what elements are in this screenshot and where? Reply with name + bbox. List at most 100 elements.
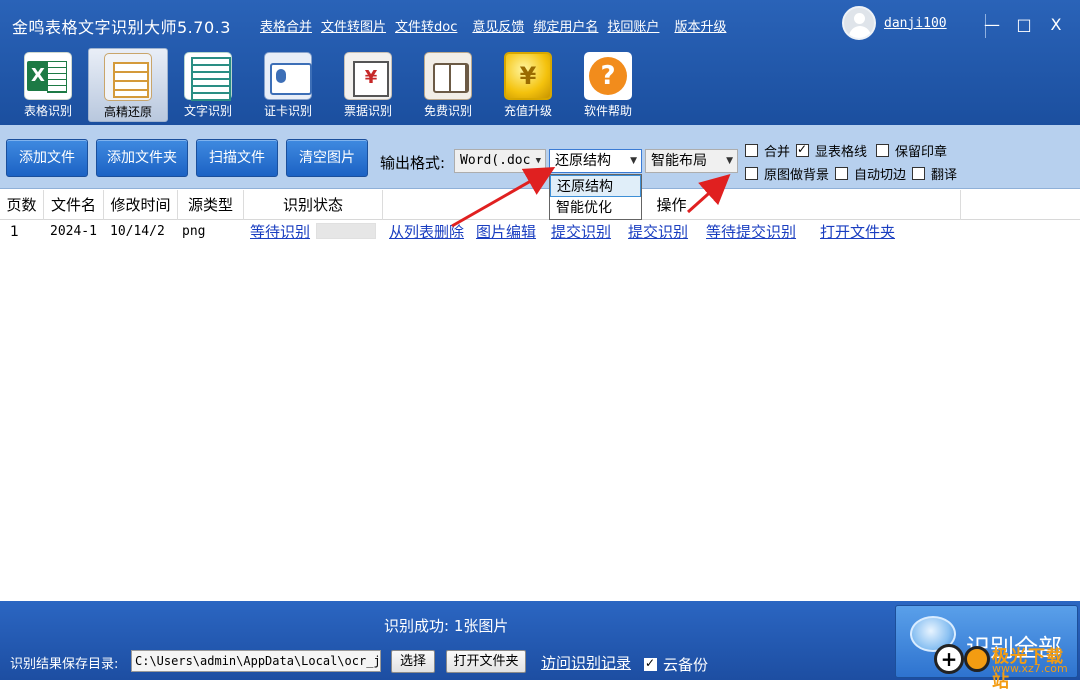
user-area: danji100 — [842, 6, 947, 40]
cloud-backup-label: 云备份 — [663, 656, 709, 674]
tool-high-precision-restore[interactable]: 高精还原 — [88, 48, 168, 122]
layout-value: 智能布局 — [651, 153, 707, 169]
save-path-field[interactable]: C:\Users\admin\AppData\Local\ocr_jm18 — [131, 650, 381, 672]
tool-software-help[interactable]: 软件帮助 — [568, 48, 648, 122]
dropdown-option-smart-optimize[interactable]: 智能优化 — [550, 197, 641, 219]
maximize-button[interactable]: □ — [1008, 10, 1040, 40]
choose-button[interactable]: 选择 — [391, 650, 435, 673]
status-text: 识别成功: 1张图片 — [384, 617, 509, 635]
link-feedback[interactable]: 意见反馈 — [472, 16, 524, 35]
tool-text-recognition[interactable]: 文字识别 — [168, 48, 248, 122]
submit-recognition-link[interactable]: 提交识别 — [551, 221, 611, 243]
column-header-source-type[interactable]: 源类型 — [178, 190, 244, 220]
cloud-backup-checkbox[interactable]: 云备份 — [644, 654, 708, 675]
tool-free-recognition[interactable]: 免费识别 — [408, 48, 488, 122]
cell-filename: 2024-1 — [50, 224, 97, 239]
waiting-submit-link[interactable]: 等待提交识别 — [706, 221, 796, 243]
chevron-down-icon: ▼ — [723, 150, 733, 172]
chevron-down-icon: ▼ — [532, 150, 541, 172]
checkbox-label: 合并 — [764, 145, 791, 160]
output-format-select[interactable]: Word(.doc ▼ — [454, 149, 546, 173]
coin-icon — [504, 52, 552, 100]
watermark-circle-icon — [964, 646, 990, 672]
close-button[interactable]: X — [1040, 10, 1072, 40]
checkbox-box — [835, 167, 848, 180]
ticket-icon — [344, 52, 392, 100]
tool-card-recognition[interactable]: 证卡识别 — [248, 48, 328, 122]
structure-dropdown-list: 还原结构 智能优化 — [549, 174, 642, 220]
edit-image-link[interactable]: 图片编辑 — [476, 221, 536, 243]
minimize-button[interactable]: — — [976, 10, 1008, 40]
open-folder-link[interactable]: 打开文件夹 — [820, 221, 895, 243]
checkbox-box — [796, 142, 809, 157]
watermark-plus-icon: + — [934, 644, 964, 674]
free-book-icon — [424, 52, 472, 100]
title-bar: 金鸣表格文字识别大师5.70.3 表格合并 文件转图片 文件转doc 意见反馈 … — [0, 0, 1080, 125]
excel-icon — [24, 52, 72, 100]
file-list-header: 页数 文件名 修改时间 源类型 识别状态 操作 — [0, 190, 1080, 220]
remove-from-list-link[interactable]: 从列表删除 — [389, 221, 464, 243]
cell-type: png — [182, 224, 206, 239]
status-waiting-link[interactable]: 等待识别 — [250, 221, 310, 243]
show-grid-lines-checkbox[interactable]: 显表格线 — [796, 141, 867, 160]
tool-label: 高精还原 — [103, 105, 152, 119]
avatar[interactable] — [842, 6, 876, 40]
checkbox-label: 显表格线 — [815, 145, 868, 160]
link-table-merge[interactable]: 表格合并 — [260, 16, 312, 35]
add-file-button[interactable]: 添加文件 — [6, 139, 88, 177]
checkbox-box — [876, 144, 889, 157]
tool-label: 证卡识别 — [263, 104, 312, 118]
column-header-filename[interactable]: 文件名 — [44, 190, 104, 220]
auto-crop-checkbox[interactable]: 自动切边 — [835, 164, 906, 183]
tool-label: 软件帮助 — [583, 104, 632, 118]
checkbox-label: 保留印章 — [895, 145, 948, 160]
column-header-modified[interactable]: 修改时间 — [104, 190, 178, 220]
action-toolbar: 添加文件 添加文件夹 扫描文件 清空图片 输出格式: Word(.doc ▼ 还… — [0, 125, 1080, 189]
table-row[interactable]: 1 2024-1 10/14/2 png 等待识别 从列表删除 图片编辑 提交识… — [0, 221, 1080, 243]
add-folder-button[interactable]: 添加文件夹 — [96, 139, 188, 177]
chevron-down-icon: ▼ — [627, 150, 637, 172]
app-title: 金鸣表格文字识别大师5.70.3 — [12, 18, 231, 37]
output-format-value: Word(.doc — [460, 153, 531, 168]
save-dir-label: 识别结果保存目录: — [10, 657, 119, 672]
tool-table-recognition[interactable]: 表格识别 — [8, 48, 88, 122]
column-header-actions[interactable]: 操作 — [383, 190, 961, 220]
window-controls: — □ X — [976, 10, 1072, 40]
link-version-upgrade[interactable]: 版本升级 — [674, 16, 726, 35]
link-file-to-image[interactable]: 文件转图片 — [321, 16, 386, 35]
column-header-pages[interactable]: 页数 — [0, 190, 44, 220]
help-icon — [584, 52, 632, 100]
checkbox-label: 翻译 — [931, 168, 958, 183]
column-header-status[interactable]: 识别状态 — [244, 190, 383, 220]
keep-seal-checkbox[interactable]: 保留印章 — [876, 141, 947, 160]
submit-recognition-link-2[interactable]: 提交识别 — [628, 221, 688, 243]
text-doc-icon — [184, 52, 232, 101]
restore-icon — [104, 53, 152, 101]
history-link[interactable]: 访问识别记录 — [541, 652, 631, 673]
scan-file-button[interactable]: 扫描文件 — [196, 139, 278, 177]
original-background-checkbox[interactable]: 原图做背景 — [745, 164, 829, 183]
tool-label: 表格识别 — [23, 104, 72, 118]
tool-label: 文字识别 — [183, 104, 232, 118]
layout-select[interactable]: 智能布局 ▼ — [645, 149, 738, 173]
checkbox-box — [745, 167, 758, 180]
tool-label: 票据识别 — [343, 104, 392, 118]
top-links: 表格合并 文件转图片 文件转doc 意见反馈 绑定用户名 找回账户 版本升级 — [260, 16, 735, 35]
structure-select[interactable]: 还原结构 ▼ — [549, 149, 642, 173]
tool-recharge-upgrade[interactable]: 充值升级 — [488, 48, 568, 122]
dropdown-option-restore-structure[interactable]: 还原结构 — [550, 175, 641, 197]
open-folder-button[interactable]: 打开文件夹 — [446, 650, 526, 673]
checkbox-label: 自动切边 — [854, 168, 907, 183]
id-card-icon — [264, 52, 312, 100]
link-bind-username[interactable]: 绑定用户名 — [533, 16, 598, 35]
tool-bar: 表格识别 高精还原 文字识别 证卡识别 票据识别 免费识别 充值升级 软件帮助 — [8, 48, 648, 122]
cell-page: 1 — [10, 224, 19, 240]
translate-checkbox[interactable]: 翻译 — [912, 164, 957, 183]
username[interactable]: danji100 — [884, 16, 947, 31]
tool-label: 充值升级 — [503, 104, 552, 118]
link-recover-account[interactable]: 找回账户 — [607, 16, 659, 35]
clear-images-button[interactable]: 清空图片 — [286, 139, 368, 177]
tool-ticket-recognition[interactable]: 票据识别 — [328, 48, 408, 122]
link-file-to-doc[interactable]: 文件转doc — [395, 16, 457, 35]
merge-checkbox[interactable]: 合并 — [745, 141, 790, 160]
